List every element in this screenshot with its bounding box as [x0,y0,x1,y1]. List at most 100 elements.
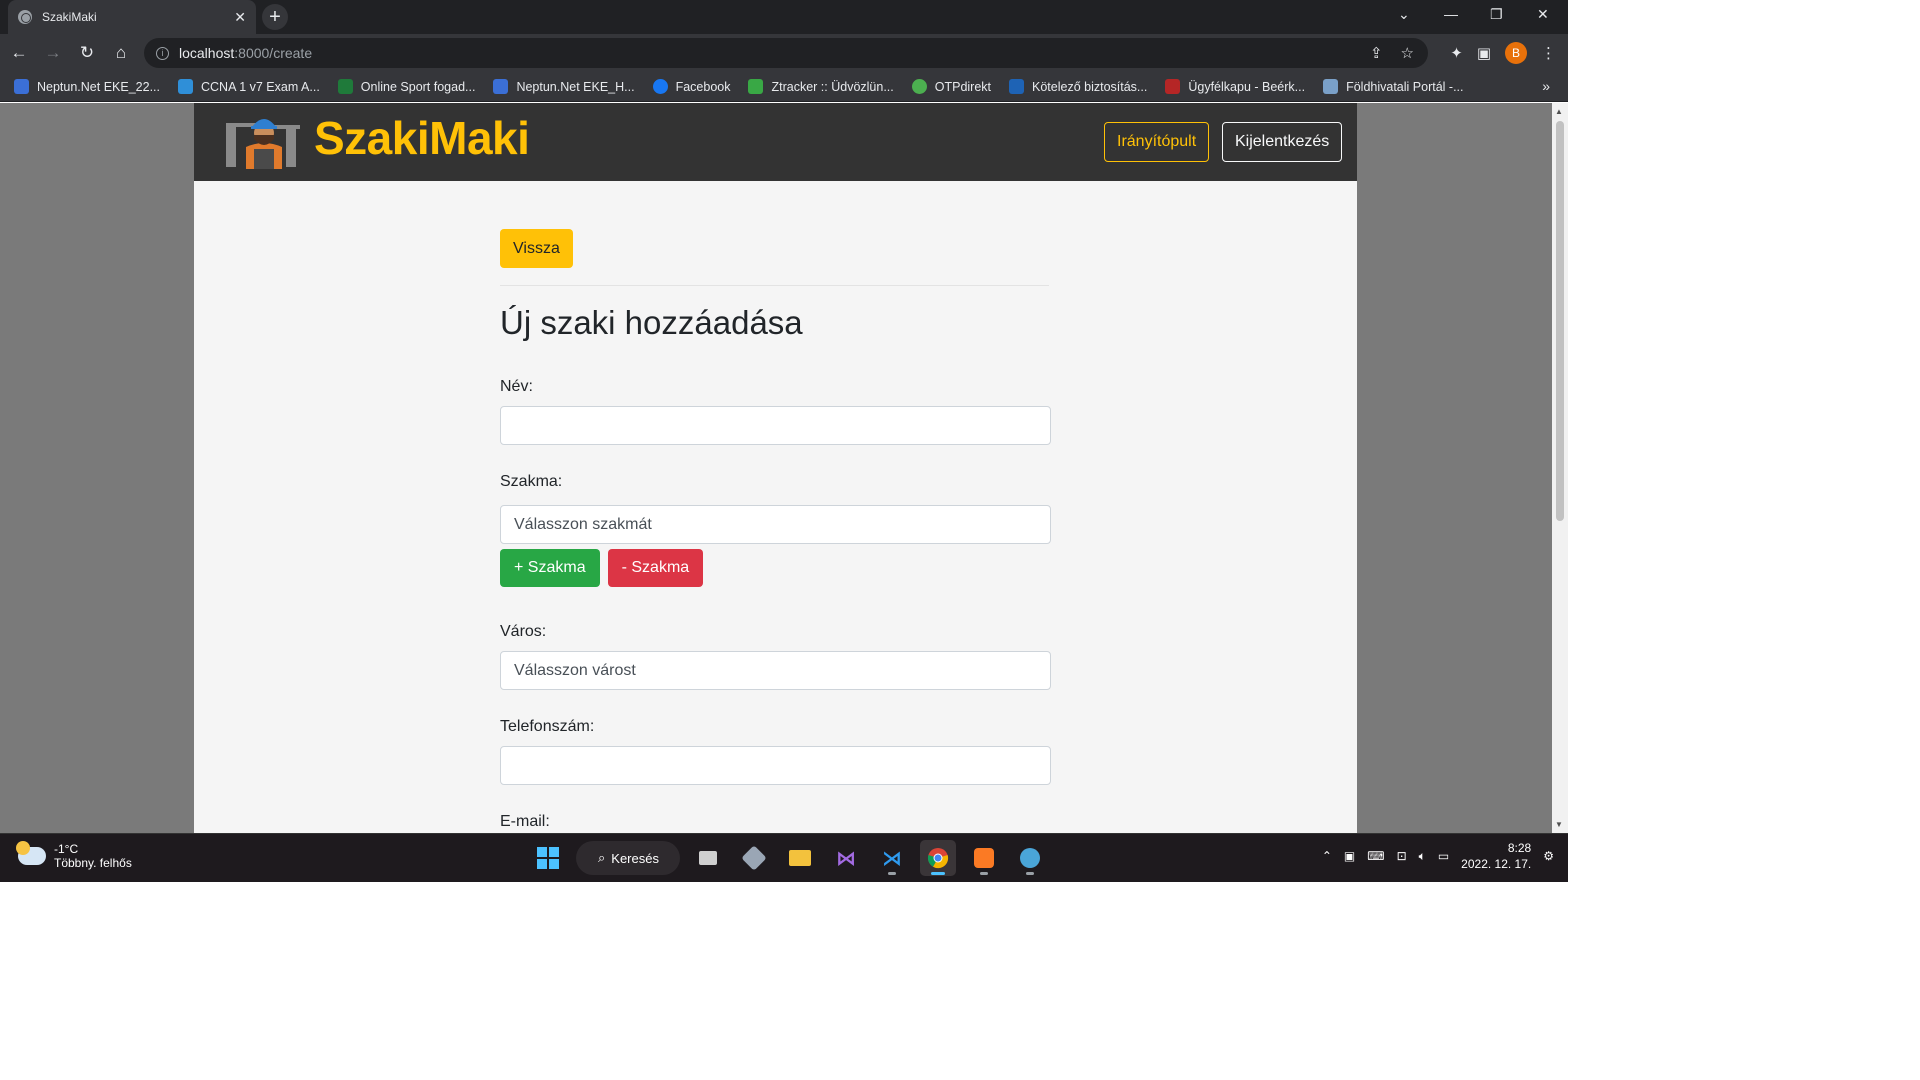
bookmark-favicon-icon [1165,79,1181,94]
bookmark-item[interactable]: Online Sport fogad... [337,79,475,94]
bookmark-favicon-icon [14,79,29,94]
tab-title: SzakiMaki [42,10,97,24]
share-icon[interactable]: ⇪ [1370,44,1383,62]
battery-icon[interactable]: ▭ [1438,849,1449,863]
bookmarks-overflow-icon[interactable]: » [1542,78,1550,94]
trade-label: Szakma: [500,473,563,490]
scroll-down-icon[interactable]: ▼ [1555,820,1563,829]
notification-icon[interactable]: ⚙ [1543,849,1554,863]
site-info-icon[interactable]: i [156,46,169,60]
bookmark-favicon-icon [337,79,353,94]
trade-button-group: + Szakma - Szakma [500,549,1051,587]
tab-search-icon[interactable]: ⌄ [1398,6,1410,23]
bookmark-item[interactable]: Neptun.Net EKE_H... [493,79,635,94]
bookmark-item[interactable]: Kötelező biztosítás... [1009,79,1147,94]
clock-date: 2022. 12. 17. [1461,857,1532,871]
restore-icon[interactable]: ❐ [1490,6,1503,23]
taskbar: -1°C Többny. felhős ⌕ Keresés ⋈ ⋊ ⌃ ▣ ⌨ … [0,833,1568,882]
divider [500,285,1049,286]
phone-label: Telefonszám: [500,718,595,735]
bookmarks-bar: Neptun.Net EKE_22... CCNA 1 v7 Exam A...… [0,72,1568,102]
bookmark-item[interactable]: Facebook [652,79,730,94]
scrollbar-thumb[interactable] [1556,121,1564,521]
network-icon[interactable]: ⊡ [1397,849,1407,863]
tray-app-icon[interactable]: ▣ [1344,849,1355,863]
reload-icon[interactable]: ↻ [72,38,102,68]
url-path: :8000/create [234,45,313,61]
dashboard-button[interactable]: Irányítópult [1104,122,1210,162]
address-bar[interactable]: i localhost:8000/create ⇪ ☆ [144,38,1428,68]
taskbar-apps: ⌕ Keresés ⋈ ⋊ [530,840,1048,876]
menu-kebab-icon[interactable]: ⋮ [1541,44,1556,62]
scroll-up-icon[interactable]: ▲ [1555,107,1563,116]
remove-trade-button[interactable]: - Szakma [607,549,704,587]
profile-avatar[interactable]: B [1505,42,1527,64]
browser-tabstrip: SzakiMaki ✕ + ⌄ — ❐ ✕ [0,0,1568,34]
bookmark-item[interactable]: CCNA 1 v7 Exam A... [178,79,320,94]
home-icon[interactable]: ⌂ [106,38,136,68]
volume-icon[interactable]: 🔈︎ [1419,849,1426,864]
bookmark-item[interactable]: Földhivatali Portál -... [1323,79,1464,94]
task-view-icon[interactable] [690,840,726,876]
city-select[interactable]: Válasszon várost [500,651,1051,690]
page-viewport: SzakiMaki Irányítópult Kijelentkezés Vis… [0,103,1552,833]
forward-arrow-icon[interactable]: → [38,38,68,68]
app-icon[interactable] [736,840,772,876]
site-header: SzakiMaki Irányítópult Kijelentkezés [194,103,1357,181]
bookmark-item[interactable]: OTPdirekt [911,79,991,94]
keyboard-icon[interactable]: ⌨ [1367,849,1384,863]
vscode-icon[interactable]: ⋊ [874,840,910,876]
phone-input[interactable] [500,746,1051,785]
site-container: SzakiMaki Irányítópult Kijelentkezés Vis… [194,103,1357,833]
xampp-icon[interactable] [966,840,1002,876]
browser-tab[interactable]: SzakiMaki ✕ [8,0,256,34]
bookmark-favicon-icon [493,79,509,94]
visual-studio-icon[interactable]: ⋈ [828,840,864,876]
brand-title[interactable]: SzakiMaki [314,111,530,165]
url-host: localhost [179,45,235,61]
file-explorer-icon[interactable] [782,840,818,876]
tab-close-icon[interactable]: ✕ [234,9,246,26]
search-label: Keresés [611,850,659,866]
bookmark-favicon-icon [748,79,764,94]
bookmark-item[interactable]: Neptun.Net EKE_22... [14,79,160,94]
bookmark-item[interactable]: Ztracker :: Üdvözlün... [748,79,894,94]
bookmark-favicon-icon [1009,79,1025,94]
chevron-up-icon[interactable]: ⌃ [1322,849,1332,863]
page-title: Új szaki hozzáadása [500,304,803,341]
globe-icon [18,10,32,24]
side-panel-icon[interactable]: ▣ [1477,44,1491,62]
bookmark-star-icon[interactable]: ☆ [1401,44,1414,62]
worker-logo-icon [226,119,300,169]
windows-start-icon[interactable] [530,840,566,876]
page-scrollbar[interactable]: ▲ ▼ [1552,103,1568,833]
weather-widget[interactable]: -1°C Többny. felhős [16,841,132,870]
logout-button[interactable]: Kijelentkezés [1222,122,1343,162]
email-label: E-mail: [500,813,550,830]
browser-toolbar: ← → ↻ ⌂ i localhost:8000/create ⇪ ☆ ✦ ▣ … [0,34,1568,72]
bookmark-favicon-icon [178,79,193,94]
system-tray: ⌃ ▣ ⌨ ⊡ 🔈︎ ▭ 8:28 2022. 12. 17. ⚙ [1322,840,1554,872]
taskbar-search[interactable]: ⌕ Keresés [576,841,680,875]
weather-cloud-icon [16,841,46,865]
name-input[interactable] [500,406,1051,445]
trade-select[interactable]: Válasszon szakmát [500,505,1051,544]
bookmark-favicon-icon [911,79,927,94]
back-button[interactable]: Vissza [500,229,573,268]
weather-description: Többny. felhős [54,856,132,870]
paint-icon[interactable] [1012,840,1048,876]
weather-temperature: -1°C [54,842,79,856]
back-arrow-icon[interactable]: ← [4,38,34,68]
chrome-icon[interactable] [920,840,956,876]
clock-time: 8:28 [1507,841,1532,855]
city-label: Város: [500,623,547,640]
clock[interactable]: 8:28 2022. 12. 17. [1461,840,1531,872]
extensions-icon[interactable]: ✦ [1450,44,1463,62]
add-trade-button[interactable]: + Szakma [500,549,600,587]
bookmark-favicon-icon [1323,79,1339,94]
close-window-icon[interactable]: ✕ [1537,6,1549,23]
create-form: Vissza Új szaki hozzáadása Név: Szakma: … [500,229,1051,831]
minimize-icon[interactable]: — [1444,6,1458,22]
new-tab-button[interactable]: + [262,4,288,30]
bookmark-item[interactable]: Ügyfélkapu - Beérk... [1165,79,1305,94]
